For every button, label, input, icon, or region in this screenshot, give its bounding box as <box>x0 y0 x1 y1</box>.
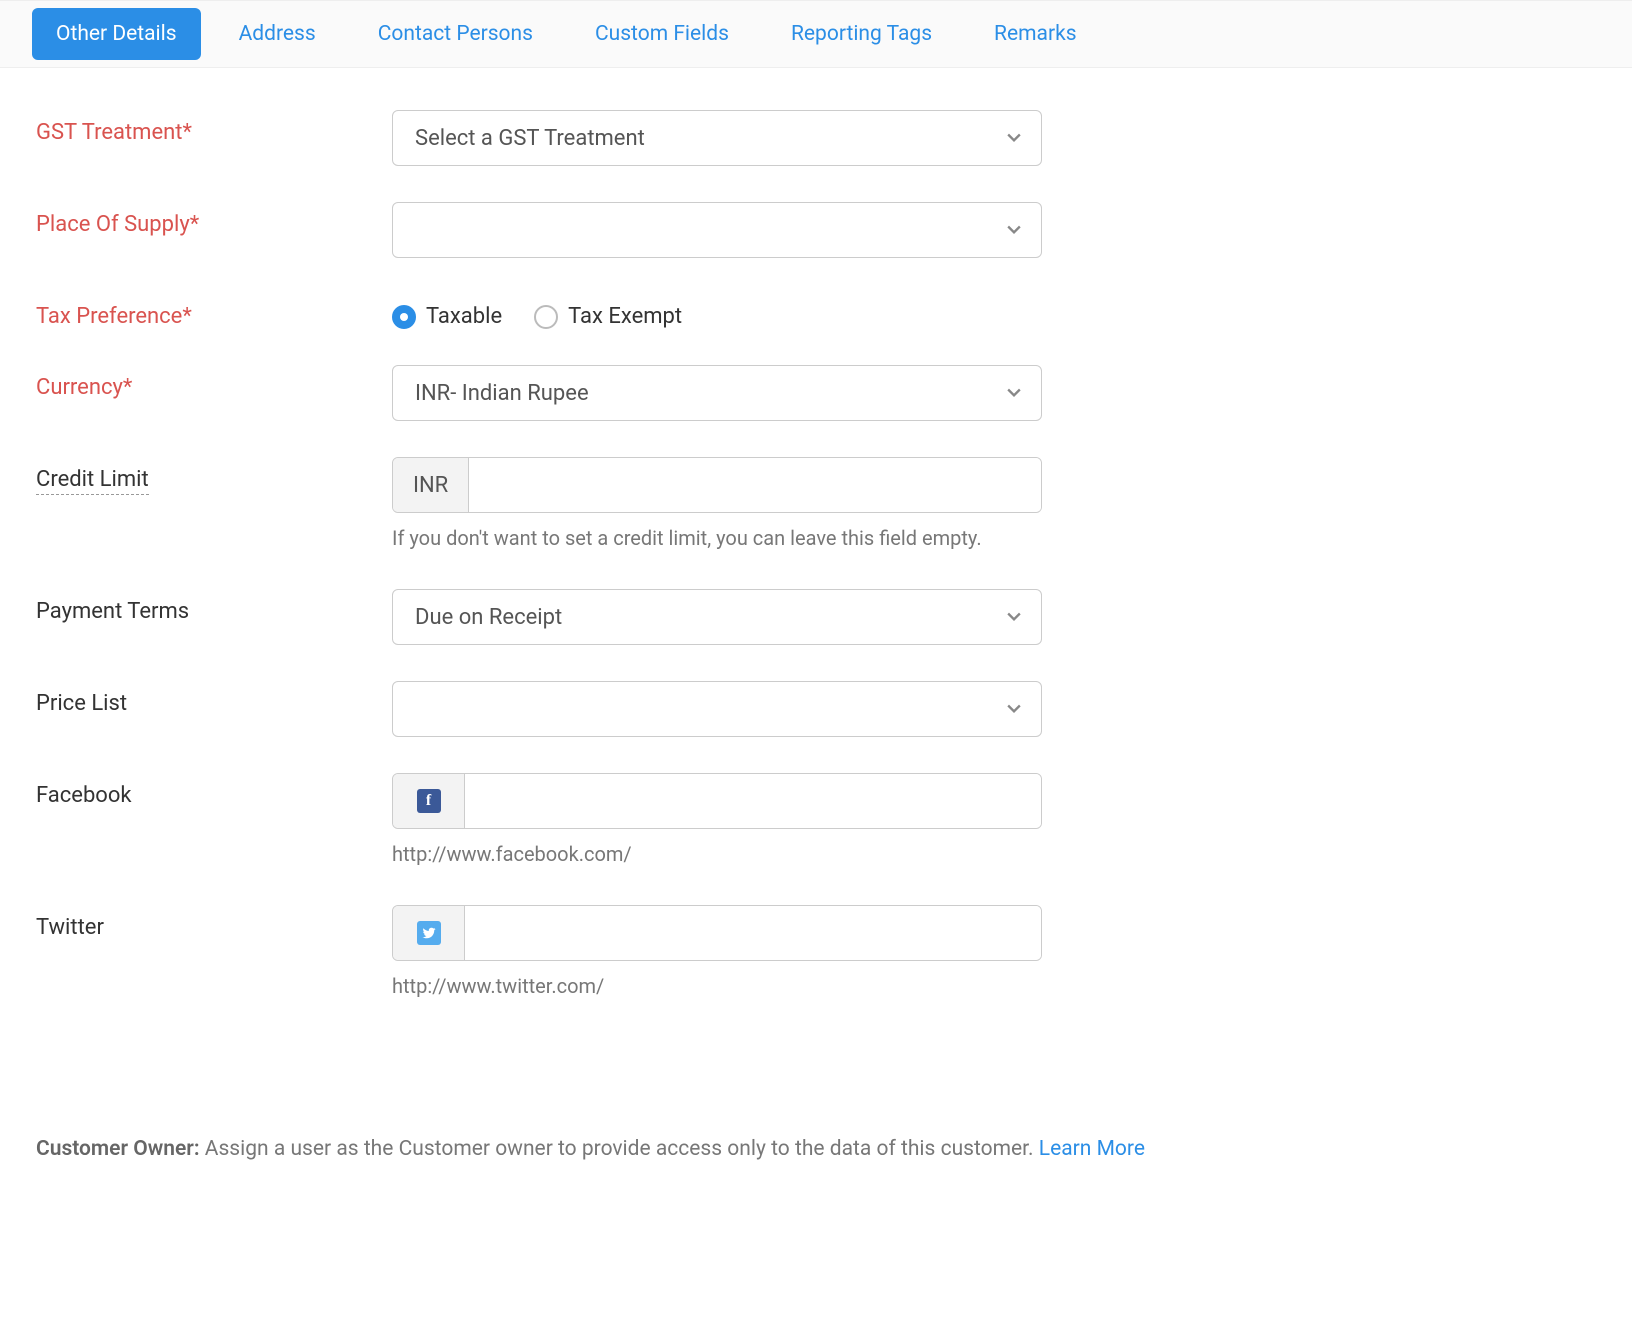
payment-terms-select[interactable]: Due on Receipt <box>392 589 1042 645</box>
twitter-input-group <box>392 905 1042 961</box>
place-of-supply-label: Place Of Supply* <box>36 202 392 237</box>
credit-limit-label: Credit Limit <box>36 457 392 495</box>
twitter-label: Twitter <box>36 905 392 940</box>
facebook-input-group: f <box>392 773 1042 829</box>
chevron-down-icon <box>1007 223 1021 237</box>
tax-preference-taxable[interactable]: Taxable <box>392 304 502 329</box>
facebook-helper: http://www.facebook.com/ <box>392 839 1032 869</box>
facebook-addon: f <box>393 774 465 828</box>
tax-preference-radio-group: Taxable Tax Exempt <box>392 294 1042 329</box>
tab-custom-fields[interactable]: Custom Fields <box>571 8 753 60</box>
twitter-icon <box>417 921 441 945</box>
customer-owner-title: Customer Owner: <box>36 1137 200 1161</box>
radio-checked-icon <box>392 305 416 329</box>
currency-select[interactable]: INR- Indian Rupee <box>392 365 1042 421</box>
facebook-icon: f <box>417 789 441 813</box>
gst-treatment-select[interactable]: Select a GST Treatment <box>392 110 1042 166</box>
tab-contact-persons[interactable]: Contact Persons <box>354 8 557 60</box>
tab-address[interactable]: Address <box>215 8 340 60</box>
twitter-addon <box>393 906 465 960</box>
twitter-helper: http://www.twitter.com/ <box>392 971 1032 1001</box>
chevron-down-icon <box>1007 702 1021 716</box>
credit-limit-helper: If you don't want to set a credit limit,… <box>392 523 1032 553</box>
gst-treatment-value: Select a GST Treatment <box>415 126 645 151</box>
learn-more-link[interactable]: Learn More <box>1039 1137 1145 1161</box>
tab-bar: Other Details Address Contact Persons Cu… <box>0 0 1632 68</box>
tax-preference-label: Tax Preference* <box>36 294 392 329</box>
tab-reporting-tags[interactable]: Reporting Tags <box>767 8 956 60</box>
chevron-down-icon <box>1007 610 1021 624</box>
credit-limit-prefix: INR <box>393 458 469 512</box>
gst-treatment-label: GST Treatment* <box>36 110 392 145</box>
chevron-down-icon <box>1007 131 1021 145</box>
customer-owner-note: Customer Owner: Assign a user as the Cus… <box>0 1057 1632 1181</box>
payment-terms-label: Payment Terms <box>36 589 392 624</box>
radio-unchecked-icon <box>534 305 558 329</box>
price-list-label: Price List <box>36 681 392 716</box>
credit-limit-input-group: INR <box>392 457 1042 513</box>
price-list-select[interactable] <box>392 681 1042 737</box>
place-of-supply-select[interactable] <box>392 202 1042 258</box>
tab-remarks[interactable]: Remarks <box>970 8 1101 60</box>
chevron-down-icon <box>1007 386 1021 400</box>
currency-value: INR- Indian Rupee <box>415 381 589 406</box>
twitter-input[interactable] <box>465 906 1041 960</box>
facebook-input[interactable] <box>465 774 1041 828</box>
currency-label: Currency* <box>36 365 392 400</box>
customer-owner-text: Assign a user as the Customer owner to p… <box>200 1137 1039 1161</box>
tax-preference-tax-exempt[interactable]: Tax Exempt <box>534 304 682 329</box>
facebook-label: Facebook <box>36 773 392 808</box>
payment-terms-value: Due on Receipt <box>415 605 562 630</box>
tab-other-details[interactable]: Other Details <box>32 8 201 60</box>
credit-limit-input[interactable] <box>469 458 1041 512</box>
radio-label: Tax Exempt <box>568 304 682 329</box>
radio-label: Taxable <box>426 304 502 329</box>
